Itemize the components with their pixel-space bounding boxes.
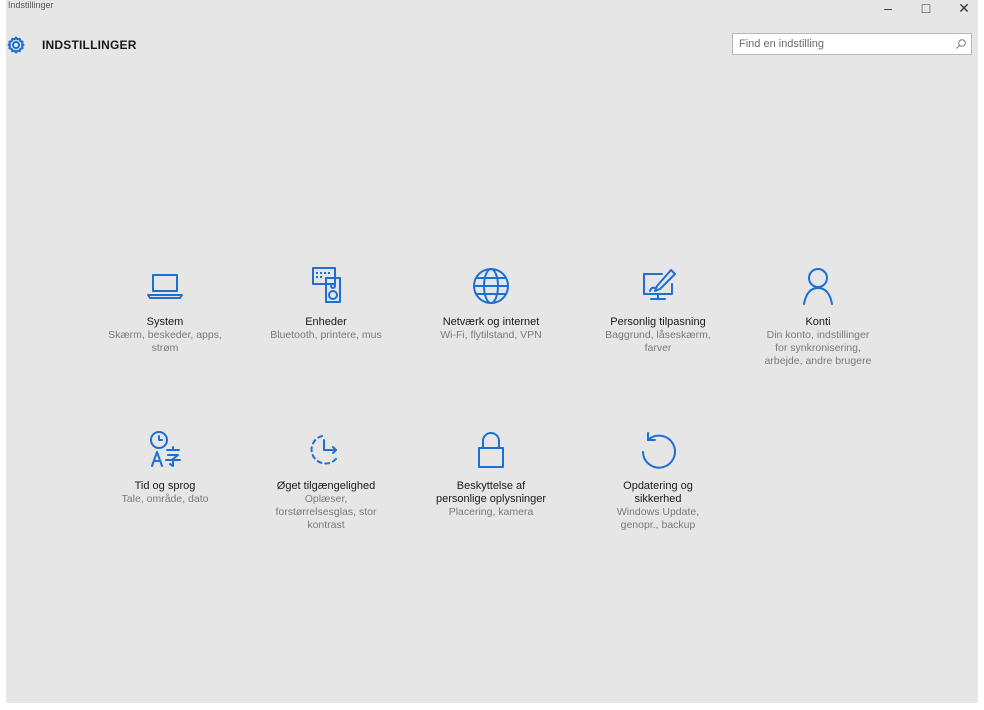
search-input[interactable] (733, 34, 949, 54)
tile-label: Enheder (305, 316, 347, 328)
tile-personalization[interactable]: Personlig tilpasning Baggrund, låseskærm… (583, 264, 733, 355)
settings-window: Indstillinger – □ ✕ INDSTILLINGER System… (6, 0, 978, 703)
update-icon (642, 432, 676, 469)
tile-label: Konti (805, 316, 831, 328)
tile-label: Opdatering og sikkerhed (623, 480, 693, 505)
tile-time-language[interactable]: Tid og sprog Tale, område, dato (90, 428, 240, 506)
minimize-button[interactable]: – (872, 0, 904, 18)
page-title: INDSTILLINGER (42, 38, 137, 52)
tile-label: System (146, 316, 184, 328)
lock-icon (478, 432, 504, 468)
tile-description: Skærm, beskeder, apps, strøm (108, 329, 222, 354)
search-icon[interactable] (955, 38, 967, 50)
tile-label: Personlig tilpasning (610, 316, 706, 328)
devices-icon (312, 267, 341, 303)
title-bar: Indstillinger – □ ✕ (6, 0, 978, 24)
tile-devices[interactable]: Enheder Bluetooth, printere, mus (251, 264, 401, 342)
tile-description: Oplæser, forstørrelsesglas, stor kontras… (275, 493, 377, 531)
tile-label: Øget tilgængelighed (276, 480, 376, 492)
time-language-icon (150, 431, 181, 467)
tile-system[interactable]: System Skærm, beskeder, apps, strøm (90, 264, 240, 355)
tile-label: Netværk og internet (442, 316, 540, 328)
close-button[interactable]: ✕ (948, 0, 980, 18)
tile-accounts[interactable]: Konti Din konto, indstillinger for synkr… (743, 264, 893, 368)
gear-icon (7, 36, 25, 54)
maximize-button[interactable]: □ (910, 0, 942, 18)
tile-description: Din konto, indstillinger for synkroniser… (764, 329, 872, 367)
tile-description: Baggrund, låseskærm, farver (605, 329, 711, 354)
ease-of-access-icon (310, 435, 339, 465)
tile-description: Bluetooth, printere, mus (270, 329, 382, 341)
tile-ease-of-access[interactable]: Øget tilgængelighed Oplæser, forstørrels… (251, 428, 401, 532)
tile-description: Tale, område, dato (121, 493, 209, 505)
header: INDSTILLINGER (6, 28, 978, 60)
window-title: Indstillinger (8, 0, 54, 10)
tile-privacy[interactable]: Beskyttelse af personlige oplysninger Pl… (416, 428, 566, 519)
search-box[interactable] (732, 33, 972, 55)
globe-icon (473, 268, 509, 304)
tile-description: Placering, kamera (448, 506, 534, 518)
person-icon (803, 268, 833, 305)
laptop-icon (147, 274, 183, 299)
tile-description: Wi-Fi, flytilstand, VPN (440, 329, 542, 341)
tile-update-security[interactable]: Opdatering og sikkerhed Windows Update, … (583, 428, 733, 532)
tile-network[interactable]: Netværk og internet Wi-Fi, flytilstand, … (416, 264, 566, 342)
tile-label: Beskyttelse af personlige oplysninger (435, 480, 547, 505)
tile-label: Tid og sprog (134, 480, 196, 492)
tile-description: Windows Update, genopr., backup (616, 506, 700, 531)
personalization-icon (643, 269, 676, 300)
